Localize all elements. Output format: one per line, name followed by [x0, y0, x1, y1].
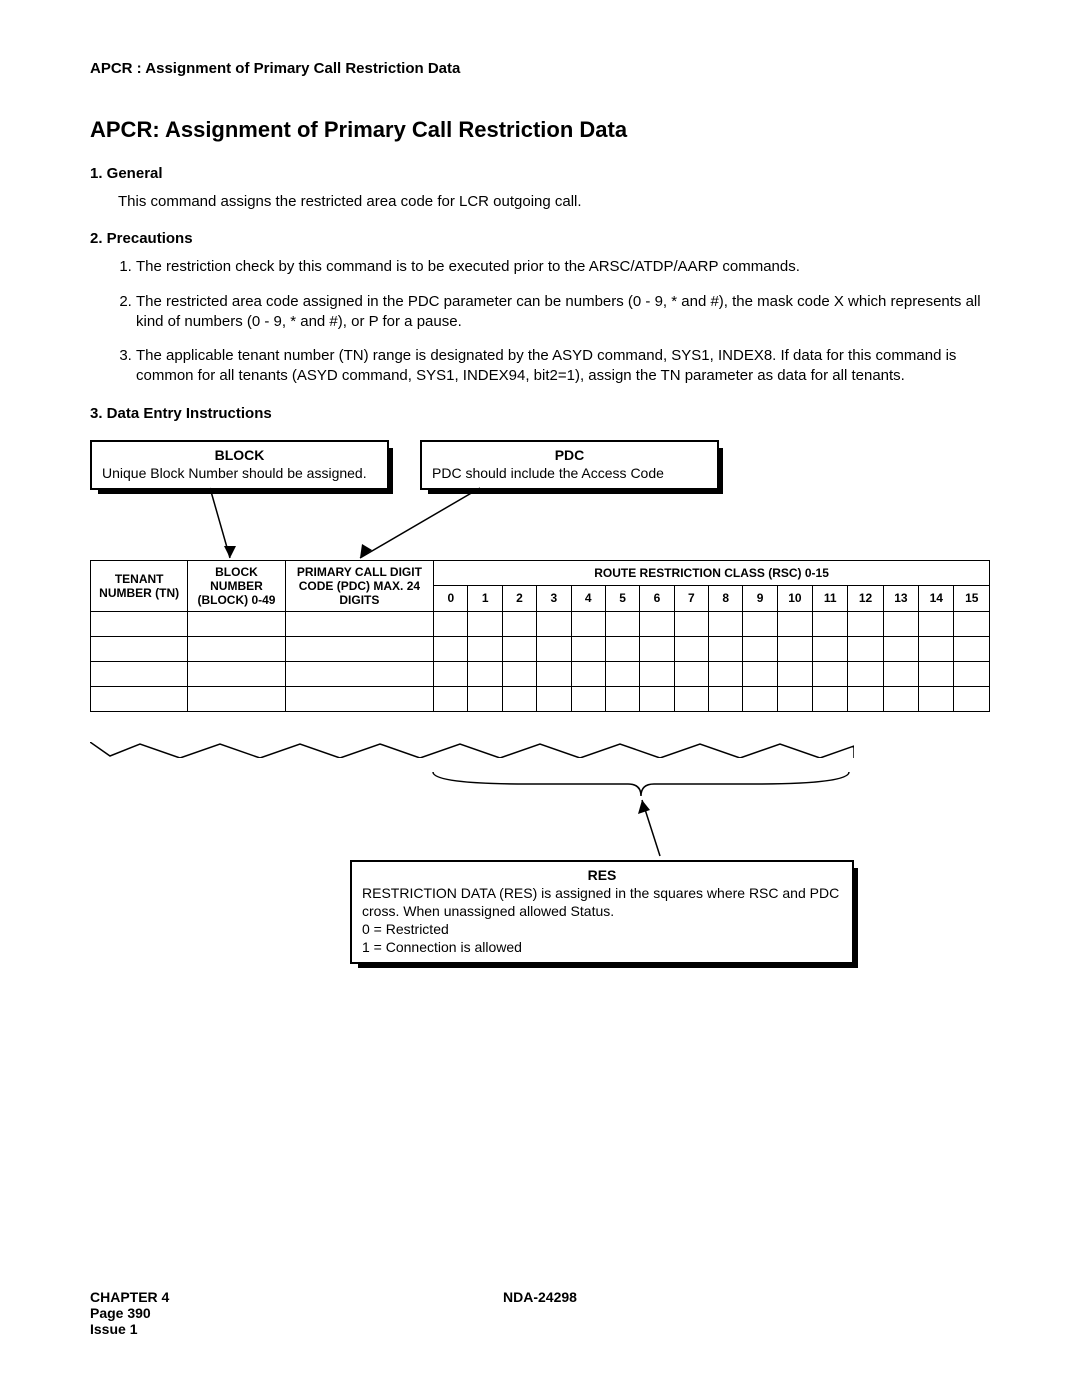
- section-general-head: 1. General: [90, 165, 990, 182]
- page-footer: CHAPTER 4 Page 390 Issue 1 NDA-24298: [90, 1289, 990, 1337]
- rsc-num: 14: [919, 586, 954, 612]
- th-tenant-number: TENANT NUMBER (TN): [91, 560, 188, 611]
- table-row: [91, 611, 990, 636]
- precaution-item: The restriction check by this command is…: [136, 257, 990, 277]
- rsc-num: 2: [502, 586, 536, 612]
- data-entry-diagram: BLOCK Unique Block Number should be assi…: [90, 440, 990, 1060]
- rsc-num: 5: [605, 586, 639, 612]
- th-block-number: BLOCK NUMBER (BLOCK) 0-49: [188, 560, 285, 611]
- precaution-item: The restricted area code assigned in the…: [136, 292, 990, 333]
- rsc-num: 4: [571, 586, 605, 612]
- rsc-num: 13: [883, 586, 918, 612]
- callout-res-line2: 0 = Restricted: [362, 920, 842, 938]
- callout-block: BLOCK Unique Block Number should be assi…: [90, 440, 389, 490]
- rsc-num: 1: [468, 586, 502, 612]
- callout-block-title: BLOCK: [102, 446, 377, 464]
- rsc-num: 3: [537, 586, 571, 612]
- torn-edge: [90, 742, 854, 758]
- footer-docnum: NDA-24298: [503, 1289, 577, 1305]
- footer-issue: Issue 1: [90, 1321, 990, 1337]
- callout-res: RES RESTRICTION DATA (RES) is assigned i…: [350, 860, 854, 965]
- th-pdc: PRIMARY CALL DIGIT CODE (PDC) MAX. 24 DI…: [285, 560, 434, 611]
- th-rsc: ROUTE RESTRICTION CLASS (RSC) 0-15: [434, 560, 990, 586]
- arrow-pdc-to-col: [350, 488, 550, 568]
- section-general-body: This command assigns the restricted area…: [118, 192, 990, 212]
- section-dei-head: 3. Data Entry Instructions: [90, 405, 990, 422]
- table-row: [91, 686, 990, 711]
- callout-res-line3: 1 = Connection is allowed: [362, 938, 842, 956]
- rsc-num: 0: [434, 586, 468, 612]
- rsc-num: 10: [777, 586, 812, 612]
- page-title: APCR: Assignment of Primary Call Restric…: [90, 117, 990, 143]
- rsc-num: 7: [674, 586, 708, 612]
- table-row: [91, 661, 990, 686]
- precautions-list: The restriction check by this command is…: [136, 257, 990, 386]
- entry-table: TENANT NUMBER (TN) BLOCK NUMBER (BLOCK) …: [90, 560, 990, 712]
- section-precautions-head: 2. Precautions: [90, 230, 990, 247]
- arrow-brace-to-res: [630, 796, 670, 866]
- rsc-num: 6: [640, 586, 674, 612]
- rsc-num: 11: [813, 586, 848, 612]
- rsc-num: 15: [954, 586, 990, 612]
- callout-pdc-body: PDC should include the Access Code: [432, 464, 707, 482]
- rsc-num: 12: [848, 586, 883, 612]
- callout-pdc-title: PDC: [432, 446, 707, 464]
- footer-page: Page 390: [90, 1305, 990, 1321]
- rsc-num: 8: [709, 586, 743, 612]
- table-row: [91, 636, 990, 661]
- callout-res-title: RES: [362, 866, 842, 884]
- callout-block-body: Unique Block Number should be assigned.: [102, 464, 377, 482]
- callout-res-line1: RESTRICTION DATA (RES) is assigned in th…: [362, 884, 842, 920]
- running-header: APCR : Assignment of Primary Call Restri…: [90, 60, 990, 77]
- rsc-num: 9: [743, 586, 777, 612]
- callout-pdc: PDC PDC should include the Access Code: [420, 440, 719, 490]
- precaution-item: The applicable tenant number (TN) range …: [136, 346, 990, 387]
